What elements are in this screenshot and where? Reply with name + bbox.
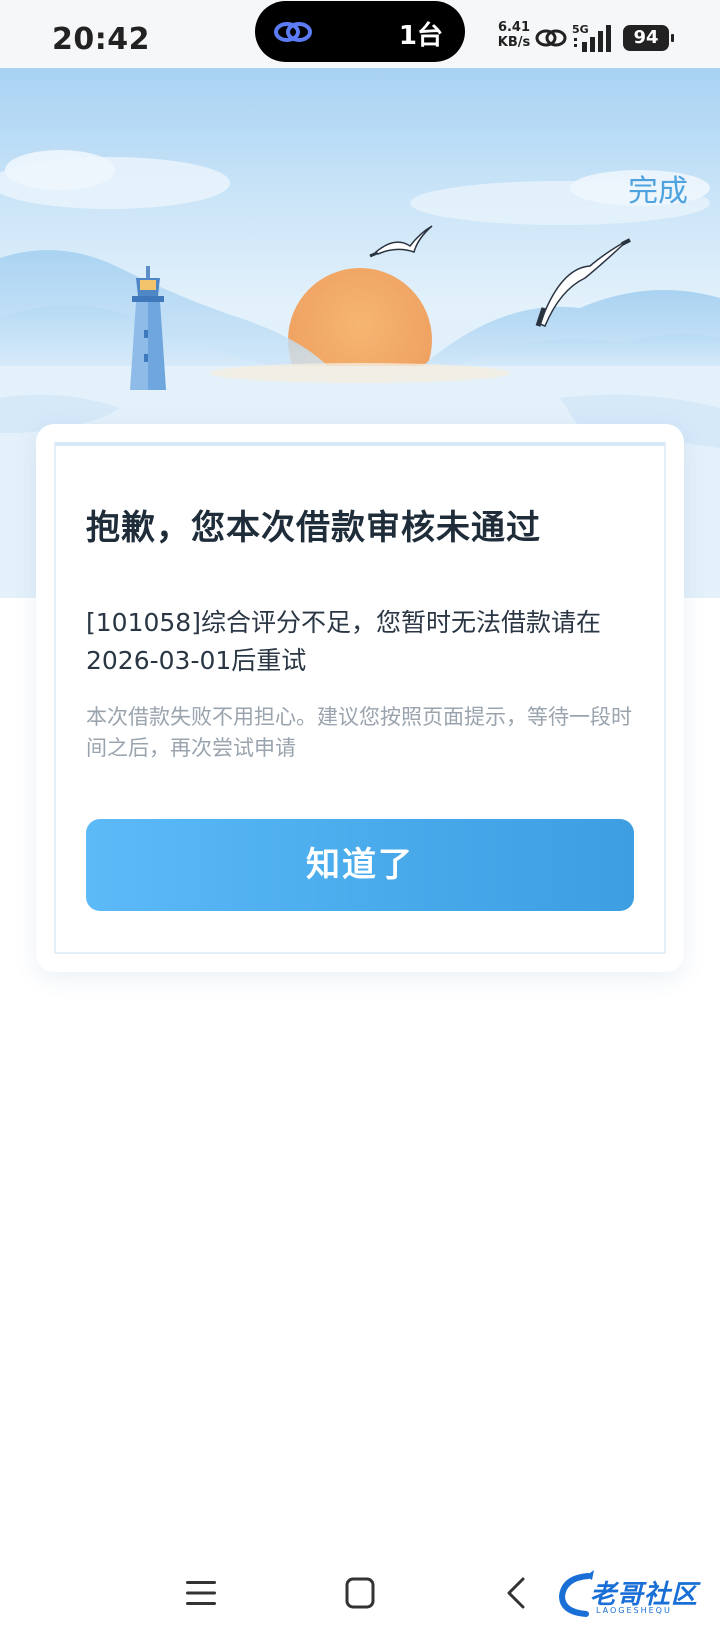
status-bar: 20:42 1台 6.41 KB/s 5G 94 <box>0 0 720 70</box>
link-icon <box>274 22 312 42</box>
net-speed-value: 6.41 <box>497 20 531 35</box>
back-icon[interactable] <box>505 1576 527 1610</box>
pill-text: 1台 <box>398 21 443 51</box>
net-speed-unit: KB/s <box>497 35 531 50</box>
home-icon[interactable] <box>345 1577 375 1609</box>
system-nav-bar: 老哥社区 LAOGESHEQU <box>0 1560 720 1630</box>
result-card: 抱歉，您本次借款审核未通过 [101058]综合评分不足，您暂时无法借款请在20… <box>36 424 684 972</box>
menu-icon[interactable] <box>186 1580 216 1606</box>
net-speed: 6.41 KB/s <box>496 20 532 50</box>
acknowledge-button[interactable]: 知道了 <box>86 819 634 911</box>
result-message: [101058]综合评分不足，您暂时无法借款请在2026-03-01后重试 <box>86 608 601 675</box>
dynamic-island[interactable]: 1台 <box>255 1 465 62</box>
watermark-subtext: LAOGESHEQU <box>596 1606 672 1615</box>
hotspot-link-icon <box>535 29 567 47</box>
result-tip: 本次借款失败不用担心。建议您按照页面提示，等待一段时间之后，再次尝试申请 <box>86 705 632 760</box>
result-title: 抱歉，您本次借款审核未通过 <box>86 508 541 548</box>
watermark-logo: 老哥社区 LAOGESHEQU <box>556 1568 706 1622</box>
done-button[interactable]: 完成 <box>628 166 688 210</box>
battery-indicator: 94 <box>623 25 674 51</box>
signal-icon: 5G <box>572 23 611 52</box>
network-type: 5G <box>572 23 589 36</box>
status-time: 20:42 <box>52 22 150 57</box>
